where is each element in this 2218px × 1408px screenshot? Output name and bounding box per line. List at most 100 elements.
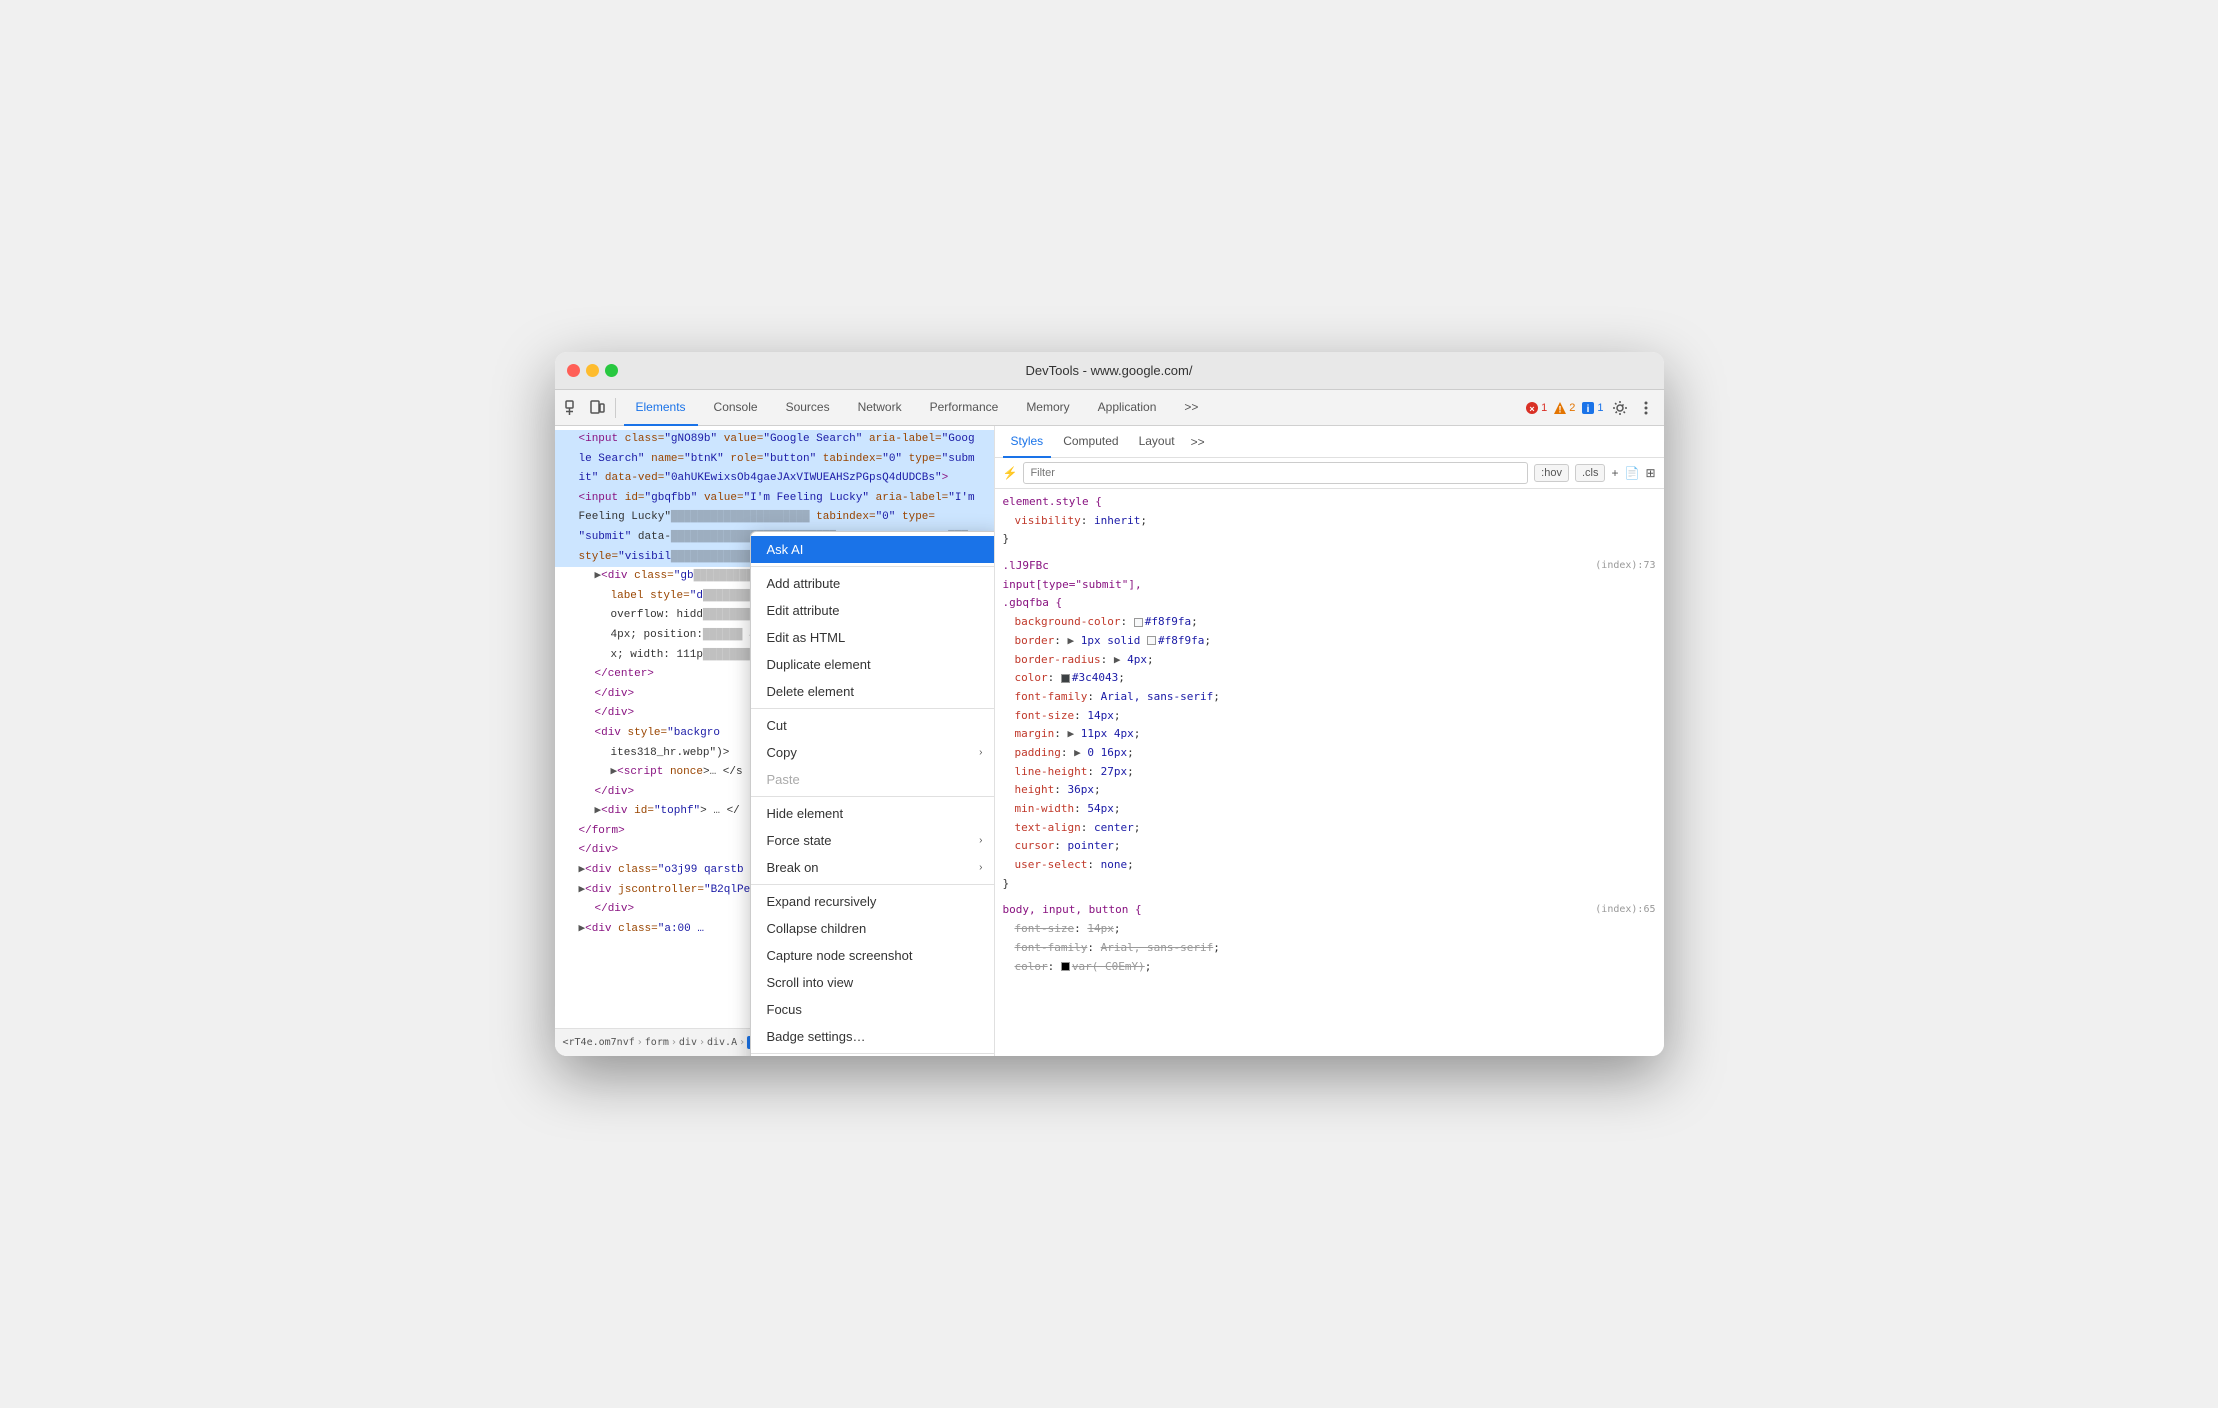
tab-memory[interactable]: Memory [1014, 390, 1081, 426]
tab-performance[interactable]: Performance [918, 390, 1011, 426]
menu-item-copy[interactable]: Copy › [751, 739, 995, 766]
menu-separator [751, 566, 995, 567]
css-selector-line: element.style { [1003, 493, 1656, 512]
tab-styles[interactable]: Styles [1003, 426, 1052, 458]
dom-line: <input id="gbqfbb" value="I'm Feeling Lu… [555, 489, 994, 509]
devtools-toolbar: Elements Console Sources Network Perform… [555, 390, 1664, 426]
css-property-line: visibility: inherit; [1003, 512, 1656, 531]
elements-panel: <input class="gNO89b" value="Google Sear… [555, 426, 995, 1056]
bc-item-form[interactable]: form [645, 1037, 669, 1048]
color-swatch [1061, 962, 1070, 971]
css-selector-line: .lJ9FBc (index):73 [1003, 557, 1656, 576]
main-area: <input class="gNO89b" value="Google Sear… [555, 426, 1664, 1056]
submenu-arrow: › [979, 747, 982, 758]
styles-tabs: Styles Computed Layout >> [995, 426, 1664, 458]
window-title: DevTools - www.google.com/ [1026, 363, 1193, 378]
menu-item-badge-settings[interactable]: Badge settings… [751, 1023, 995, 1050]
tab-layout[interactable]: Layout [1131, 426, 1183, 458]
css-property-line: min-width: 54px; [1003, 800, 1656, 819]
menu-separator [751, 884, 995, 885]
menu-item-add-attribute[interactable]: Add attribute [751, 570, 995, 597]
hov-button[interactable]: :hov [1534, 464, 1569, 482]
menu-item-expand-recursively[interactable]: Expand recursively [751, 888, 995, 915]
settings-icon[interactable] [1610, 398, 1630, 418]
tab-sources[interactable]: Sources [774, 390, 842, 426]
menu-item-edit-attribute[interactable]: Edit attribute [751, 597, 995, 624]
svg-text:!: ! [1559, 404, 1562, 414]
expand-arrow[interactable]: ▶ [1114, 653, 1121, 666]
menu-item-break-on[interactable]: Break on › [751, 854, 995, 881]
tab-console[interactable]: Console [702, 390, 770, 426]
error-badge[interactable]: × 1 [1525, 401, 1547, 415]
bc-item-div[interactable]: div [679, 1037, 697, 1048]
css-property-line: line-height: 27px; [1003, 763, 1656, 782]
bc-item-divA[interactable]: div.A [707, 1037, 737, 1048]
add-style-icon[interactable]: + [1611, 466, 1618, 480]
dom-line: Feeling Lucky"█████████████████████ tabi… [555, 508, 994, 528]
bc-item-rT4e[interactable]: <rT4e.om7nvf [563, 1037, 635, 1048]
menu-item-collapse-children[interactable]: Collapse children [751, 915, 995, 942]
color-swatch [1061, 674, 1070, 683]
css-property-line: user-select: none; [1003, 856, 1656, 875]
css-property-line: color: #3c4043; [1003, 669, 1656, 688]
css-rule-body-input-button: body, input, button { (index):65 font-si… [1003, 901, 1656, 976]
filter-input[interactable] [1023, 462, 1528, 484]
color-swatch [1147, 636, 1156, 645]
css-property-line: cursor: pointer; [1003, 837, 1656, 856]
menu-item-duplicate-element[interactable]: Duplicate element [751, 651, 995, 678]
info-badge[interactable]: i 1 [1581, 401, 1603, 415]
toggle-sidebar-icon[interactable]: ⊞ [1645, 466, 1655, 480]
more-options-icon[interactable] [1636, 398, 1656, 418]
menu-item-delete-element[interactable]: Delete element [751, 678, 995, 705]
css-property-line: border: ▶ 1px solid #f8f9fa; [1003, 632, 1656, 651]
dom-line: le Search" name="btnK" role="button" tab… [555, 450, 994, 470]
menu-item-ask-ai[interactable]: Ask AI [751, 536, 995, 563]
menu-separator [751, 708, 995, 709]
filter-icon: ⚡ [1003, 466, 1018, 480]
css-selector-line-3: .gbqfba { [1003, 594, 1656, 613]
warn-badge[interactable]: ! 2 [1553, 401, 1575, 415]
color-swatch [1134, 618, 1143, 627]
expand-arrow[interactable]: ▶ [1074, 746, 1081, 759]
css-selector-line-2: input[type="submit"], [1003, 576, 1656, 595]
context-menu: Ask AI Add attribute Edit attribute Edit… [750, 531, 995, 1056]
styles-panel: Styles Computed Layout >> ⚡ :hov .cls + [995, 426, 1664, 1056]
menu-item-focus[interactable]: Focus [751, 996, 995, 1023]
tab-more[interactable]: >> [1172, 390, 1210, 426]
device-toggle-icon[interactable] [587, 398, 607, 418]
maximize-button[interactable] [605, 364, 618, 377]
styles-tab-more[interactable]: >> [1187, 435, 1209, 449]
inspector-icon[interactable] [563, 398, 583, 418]
styles-filter-bar: ⚡ :hov .cls + 📄 ⊞ [995, 458, 1664, 489]
toolbar-separator [615, 398, 616, 418]
css-rule-lJ9FBc: .lJ9FBc (index):73 input[type="submit"],… [1003, 557, 1656, 893]
css-property-line: padding: ▶ 0 16px; [1003, 744, 1656, 763]
tab-computed[interactable]: Computed [1055, 426, 1126, 458]
tab-application[interactable]: Application [1086, 390, 1169, 426]
title-bar: DevTools - www.google.com/ [555, 352, 1664, 390]
css-property-line: font-size: 14px; [1003, 920, 1656, 939]
tab-network[interactable]: Network [846, 390, 914, 426]
menu-item-cut[interactable]: Cut [751, 712, 995, 739]
menu-item-hide-element[interactable]: Hide element [751, 800, 995, 827]
menu-item-edit-as-html[interactable]: Edit as HTML [751, 624, 995, 651]
menu-item-paste: Paste [751, 766, 995, 793]
tab-elements[interactable]: Elements [624, 390, 698, 426]
new-stylesheet-icon[interactable]: 📄 [1624, 466, 1639, 480]
menu-item-capture-node-screenshot[interactable]: Capture node screenshot [751, 942, 995, 969]
css-selector-line: body, input, button { (index):65 [1003, 901, 1656, 920]
svg-text:×: × [1529, 404, 1534, 414]
menu-separator [751, 796, 995, 797]
menu-item-scroll-into-view[interactable]: Scroll into view [751, 969, 995, 996]
cls-button[interactable]: .cls [1575, 464, 1606, 482]
expand-arrow[interactable]: ▶ [1068, 634, 1075, 647]
css-property-line: height: 36px; [1003, 781, 1656, 800]
expand-arrow[interactable]: ▶ [1068, 727, 1075, 740]
minimize-button[interactable] [586, 364, 599, 377]
close-button[interactable] [567, 364, 580, 377]
css-property-line: font-size: 14px; [1003, 707, 1656, 726]
submenu-arrow: › [979, 835, 982, 846]
css-property-line: margin: ▶ 11px 4px; [1003, 725, 1656, 744]
dom-line: <input class="gNO89b" value="Google Sear… [555, 430, 994, 450]
menu-item-force-state[interactable]: Force state › [751, 827, 995, 854]
